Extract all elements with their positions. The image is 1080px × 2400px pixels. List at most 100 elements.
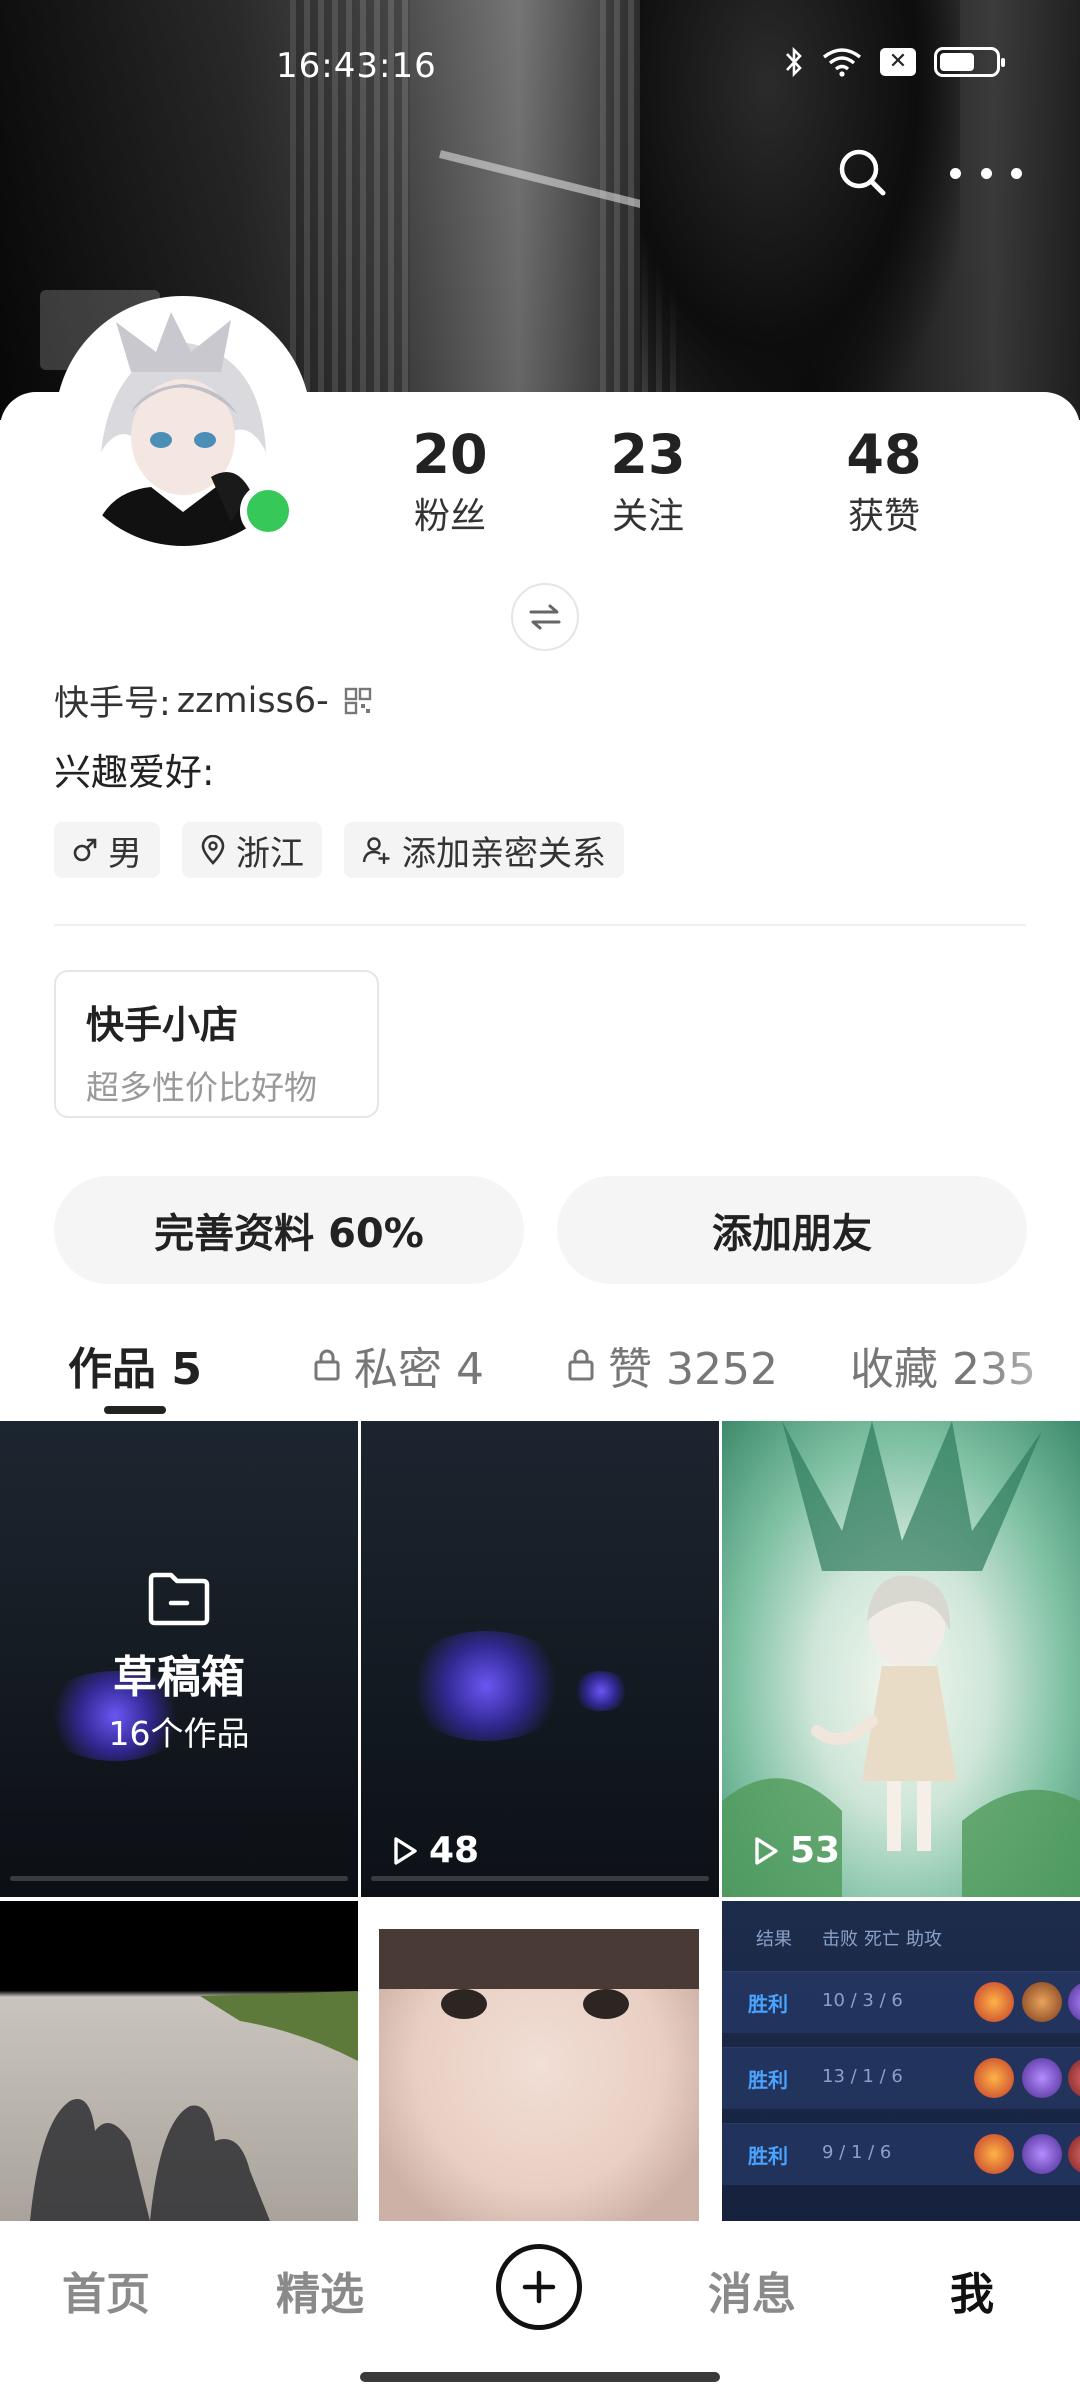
hero-icon	[974, 2058, 1014, 2098]
stat-value: 48	[846, 423, 922, 486]
play-icon	[755, 1836, 778, 1865]
face-eye	[441, 1989, 487, 2019]
header-deaths: 死亡	[864, 1929, 900, 1950]
hero-icon	[1022, 2134, 1062, 2174]
stat-followers[interactable]: 20 粉丝	[370, 425, 530, 539]
face-eye	[583, 1989, 629, 2019]
tab-favorites[interactable]: 收藏 235	[850, 1333, 1080, 1397]
location-icon	[201, 835, 225, 865]
complete-profile-button[interactable]: 完善资料 60%	[54, 1176, 524, 1284]
more-options-button[interactable]	[950, 155, 1022, 191]
wifi-icon	[822, 47, 862, 77]
nav-messages[interactable]: 消息	[708, 2258, 796, 2322]
tag-location[interactable]: 浙江	[182, 822, 322, 878]
stat-label: 粉丝	[413, 496, 486, 537]
kuaishou-id-row[interactable]: 快手号: zzmiss6-	[54, 675, 373, 726]
hero-icon	[1068, 2134, 1080, 2174]
stat-label: 关注	[611, 496, 684, 537]
search-icon	[839, 149, 886, 196]
tab-likes[interactable]: 赞 3252	[566, 1333, 778, 1397]
drafts-title: 草稿箱	[113, 1652, 245, 1703]
play-count-value: 48	[429, 1830, 480, 1871]
match-kda: 10 / 3 / 6	[822, 1990, 903, 2011]
tab-label: 赞 3252	[608, 1344, 778, 1395]
drafts-folder[interactable]: 草稿箱 16个作品	[0, 1421, 358, 1897]
more-dot-icon	[1011, 167, 1022, 179]
create-post-button[interactable]	[496, 2244, 582, 2330]
match-result: 胜利	[748, 2068, 788, 2092]
active-tab-indicator	[104, 1406, 166, 1414]
kuaishou-shop-card[interactable]: 快手小店 超多性价比好物	[54, 970, 379, 1118]
more-dot-icon	[980, 167, 992, 179]
profile-stats: 20 粉丝 23 关注 48 获赞	[370, 425, 1050, 539]
plus-icon	[522, 2270, 556, 2304]
battery-icon	[934, 47, 1005, 77]
video-thumbnail[interactable]	[361, 1901, 719, 2221]
play-count: 53	[752, 1830, 840, 1871]
thumb-progress-bar	[10, 1876, 348, 1881]
nav-home[interactable]: 首页	[62, 2258, 150, 2322]
play-count: 48	[391, 1830, 479, 1871]
profile-tags: 男 浙江 添加亲密关系	[54, 822, 624, 878]
tab-label: 作品 5	[68, 1344, 202, 1395]
kuaishou-id-value: zzmiss6-	[176, 680, 329, 721]
status-time: 16:43:16	[276, 46, 437, 86]
tab-label: 收藏 235	[850, 1344, 1036, 1395]
shop-subtitle: 超多性价比好物	[86, 1068, 317, 1107]
tab-label: 私密 4	[354, 1344, 484, 1395]
header-assists: 助攻	[906, 1929, 942, 1950]
stat-label: 获赞	[847, 496, 920, 537]
male-icon	[73, 838, 97, 862]
thumb-light	[401, 1631, 571, 1741]
header-kills: 击败	[822, 1929, 858, 1950]
selfie-face	[379, 1929, 699, 2221]
hero-icon	[1022, 1982, 1062, 2022]
hero-icon	[974, 1982, 1014, 2022]
video-thumbnail[interactable]	[0, 1901, 358, 2221]
play-count-value: 53	[790, 1830, 841, 1871]
add-person-icon	[362, 837, 390, 864]
video-thumbnail[interactable]: 53	[722, 1421, 1080, 1897]
video-thumbnail[interactable]: 48	[361, 1421, 719, 1897]
thumb-progress-bar	[371, 1876, 709, 1881]
divider	[54, 924, 1026, 926]
hero-icon	[1068, 2058, 1080, 2098]
interests-label[interactable]: 兴趣爱好:	[54, 742, 214, 796]
tag-add-relationship[interactable]: 添加亲密关系	[344, 822, 624, 878]
scoreboard-header: 结果 击败 死亡 助攻	[722, 1901, 1080, 1955]
tag-label: 浙江	[236, 833, 304, 874]
shadows-photo	[30, 1991, 358, 2221]
scoreboard-row: 胜利 13 / 1 / 6	[722, 2047, 1080, 2109]
stat-value: 20	[412, 423, 488, 486]
hero-icon	[974, 2134, 1014, 2174]
drafts-count: 16个作品	[108, 1714, 250, 1753]
drafts-overlay: 草稿箱 16个作品	[0, 1571, 358, 1755]
nav-featured[interactable]: 精选	[276, 2258, 364, 2322]
match-result: 胜利	[748, 1992, 788, 2016]
kuaishou-id-label: 快手号:	[54, 684, 171, 724]
anime-girl-illustration	[722, 1421, 1080, 1897]
home-indicator	[360, 2372, 720, 2382]
play-icon	[394, 1836, 417, 1865]
status-icons: ✕	[784, 46, 1005, 78]
header-result: 结果	[756, 1929, 792, 1950]
tab-works[interactable]: 作品 5	[68, 1333, 202, 1397]
more-dot-icon	[950, 167, 961, 179]
video-thumbnail[interactable]: 结果 击败 死亡 助攻 胜利 10 / 3 / 6 胜利 13 / 1 / 6 …	[722, 1901, 1080, 2221]
scoreboard-row: 胜利 9 / 1 / 6	[722, 2123, 1080, 2185]
shop-title: 快手小店	[86, 1003, 239, 1047]
add-friends-button[interactable]: 添加朋友	[557, 1176, 1027, 1284]
nav-me[interactable]: 我	[950, 2258, 994, 2322]
online-status-dot	[240, 483, 296, 539]
lock-icon	[314, 1349, 340, 1381]
search-button[interactable]	[835, 145, 891, 201]
switch-account-button[interactable]	[511, 583, 579, 651]
match-kda: 9 / 1 / 6	[822, 2142, 892, 2163]
tab-private[interactable]: 私密 4	[312, 1333, 484, 1397]
stat-value: 23	[610, 423, 686, 486]
stat-following[interactable]: 23 关注	[530, 425, 766, 539]
tag-label: 添加亲密关系	[402, 833, 606, 874]
hero-icon	[1022, 2058, 1062, 2098]
stat-likes-received[interactable]: 48 获赞	[766, 425, 1002, 539]
tag-gender[interactable]: 男	[54, 822, 160, 878]
